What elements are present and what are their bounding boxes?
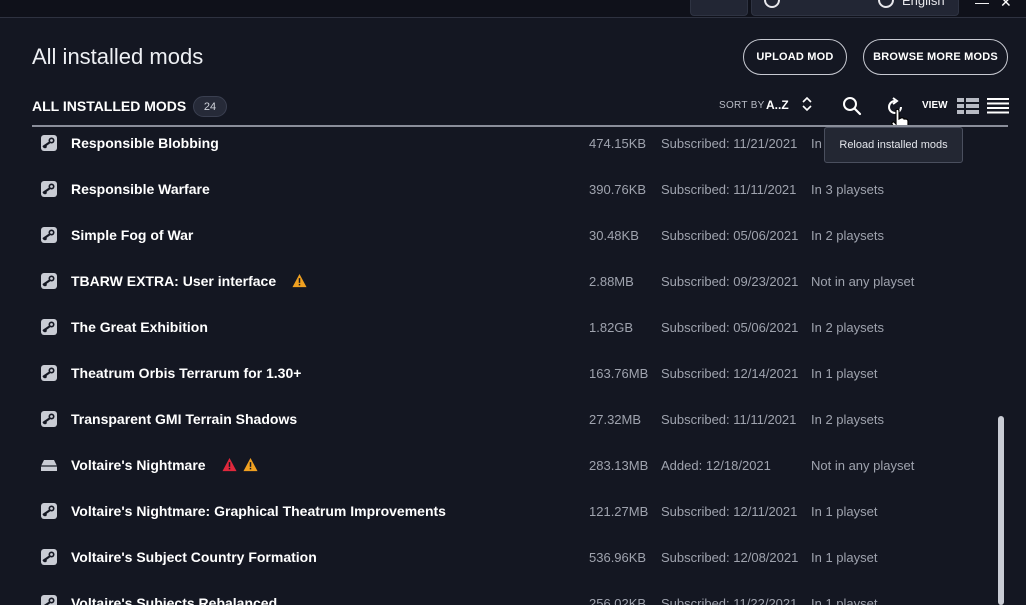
mod-date: Subscribed: 12/08/2021: [661, 550, 799, 565]
steam-icon: [41, 595, 57, 605]
browse-more-mods-button[interactable]: BROWSE MORE MODS: [863, 39, 1008, 75]
view-detailed-icon[interactable]: [957, 98, 979, 114]
close-icon[interactable]: ✕: [1000, 0, 1012, 11]
mod-date: Subscribed: 12/14/2021: [661, 366, 799, 381]
section-title: ALL INSTALLED MODS: [32, 98, 187, 114]
mod-row[interactable]: Responsible Warfare 390.76KB Subscribed: 1…: [0, 166, 1026, 212]
mod-playset: In 1 playset: [811, 504, 878, 519]
mod-playset: In 2 playsets: [811, 320, 884, 335]
mod-playset: Not in any playset: [811, 458, 915, 473]
mod-playset: In 2 playsets: [811, 228, 884, 243]
top-bar-button[interactable]: [690, 0, 748, 16]
mod-name[interactable]: Responsible Warfare: [71, 181, 210, 197]
mod-row[interactable]: Transparent GMI Terrain Shadows 27.32MB Su…: [0, 396, 1026, 442]
mod-name[interactable]: Voltaire's Nightmare: Graphical Theatrum…: [71, 503, 446, 519]
steam-icon: [41, 135, 57, 151]
mod-date: Subscribed: 11/11/2021: [661, 412, 797, 427]
view-label: VIEW: [922, 100, 948, 111]
warning-icon[interactable]: [243, 457, 258, 472]
mod-name[interactable]: The Great Exhibition: [71, 319, 208, 335]
mod-playset: In 3 playsets: [811, 182, 884, 197]
reload-tooltip: Reload installed mods: [824, 127, 963, 163]
mod-playset: In 1 playset: [811, 366, 878, 381]
mod-count-badge: 24: [193, 96, 227, 117]
mod-row[interactable]: Voltaire's Nightmare 283.13MB Added: 12/18…: [0, 442, 1026, 488]
mod-date: Subscribed: 05/06/2021: [661, 320, 799, 335]
mod-size: 27.32MB: [589, 412, 642, 427]
mod-name[interactable]: Theatrum Orbis Terrarum for 1.30+: [71, 365, 301, 381]
mod-date: Subscribed: 11/11/2021: [661, 182, 797, 197]
upload-mod-button[interactable]: UPLOAD MOD: [743, 39, 847, 75]
steam-icon: [41, 181, 57, 197]
scrollbar-thumb[interactable]: [998, 416, 1004, 605]
mod-size: 474.15KB: [589, 136, 647, 151]
mod-row[interactable]: Voltaire's Subject Country Formation 536.…: [0, 534, 1026, 580]
mod-size: 2.88MB: [589, 274, 634, 289]
mod-size: 256.02KB: [589, 596, 647, 605]
mod-warnings: [222, 457, 258, 472]
language-label: English: [902, 0, 945, 8]
warning-icon[interactable]: [292, 273, 307, 288]
mod-date: Subscribed: 11/21/2021: [661, 136, 798, 151]
mod-size: 30.48KB: [589, 228, 639, 243]
mod-name[interactable]: TBARW EXTRA: User interface: [71, 273, 276, 289]
mod-name[interactable]: Simple Fog of War: [71, 227, 193, 243]
steam-icon: [41, 503, 57, 519]
mod-size: 390.76KB: [589, 182, 647, 197]
mod-row[interactable]: Theatrum Orbis Terrarum for 1.30+ 163.76M…: [0, 350, 1026, 396]
steam-icon: [41, 365, 57, 381]
mod-size: 121.27MB: [589, 504, 649, 519]
mod-size: 283.13MB: [589, 458, 649, 473]
steam-icon: [41, 227, 57, 243]
mod-row[interactable]: Voltaire's Nightmare: Graphical Theatrum…: [0, 488, 1026, 534]
sort-value[interactable]: A..Z: [766, 98, 789, 112]
view-compact-list-icon[interactable]: [987, 98, 1009, 114]
mod-playset: Not in any playset: [811, 274, 915, 289]
mod-size: 163.76MB: [589, 366, 649, 381]
steam-icon: [41, 319, 57, 335]
error-icon[interactable]: [222, 457, 237, 472]
mod-row[interactable]: Voltaire's Subjects Rebalanced 256.02KB Su…: [0, 580, 1026, 605]
mod-size: 536.96KB: [589, 550, 647, 565]
local-drive-icon: [41, 460, 57, 471]
mod-playset: In 1 playset: [811, 550, 878, 565]
account-language-selector[interactable]: English: [751, 0, 959, 16]
mod-date: Subscribed: 12/11/2021: [661, 504, 798, 519]
mod-row[interactable]: Simple Fog of War 30.48KB Subscribed: 05/0…: [0, 212, 1026, 258]
mod-playset: In 1 playset: [811, 596, 878, 605]
mod-playset: In 2 playsets: [811, 412, 884, 427]
mod-row[interactable]: TBARW EXTRA: User interface 2.88MB Subscri…: [0, 258, 1026, 304]
mod-name[interactable]: Voltaire's Nightmare: [71, 457, 206, 473]
top-bar: English — ✕: [0, 0, 1026, 18]
mod-name[interactable]: Voltaire's Subjects Rebalanced: [71, 595, 277, 605]
mod-name[interactable]: Voltaire's Subject Country Formation: [71, 549, 317, 565]
mod-name[interactable]: Responsible Blobbing: [71, 135, 219, 151]
mod-date: Subscribed: 09/23/2021: [661, 274, 799, 289]
mod-date: Subscribed: 05/06/2021: [661, 228, 799, 243]
search-icon[interactable]: [842, 96, 862, 116]
sort-label: SORT BY: [719, 100, 765, 111]
globe-icon: [764, 0, 780, 8]
mod-name[interactable]: Transparent GMI Terrain Shadows: [71, 411, 297, 427]
sort-arrows-icon[interactable]: [800, 95, 814, 113]
mod-list: Responsible Blobbing 474.15KB Subscribed: …: [0, 127, 1026, 605]
mod-size: 1.82GB: [589, 320, 634, 335]
minimize-icon[interactable]: —: [975, 0, 989, 10]
page-title: All installed mods: [32, 44, 204, 69]
language-globe-icon: [878, 0, 894, 8]
mod-date: Subscribed: 11/22/2021: [661, 596, 798, 605]
steam-icon: [41, 411, 57, 427]
steam-icon: [41, 549, 57, 565]
mod-row[interactable]: The Great Exhibition 1.82GB Subscribed: 05…: [0, 304, 1026, 350]
mod-warnings: [292, 273, 307, 288]
mod-date: Added: 12/18/2021: [661, 458, 771, 473]
steam-icon: [41, 273, 57, 289]
